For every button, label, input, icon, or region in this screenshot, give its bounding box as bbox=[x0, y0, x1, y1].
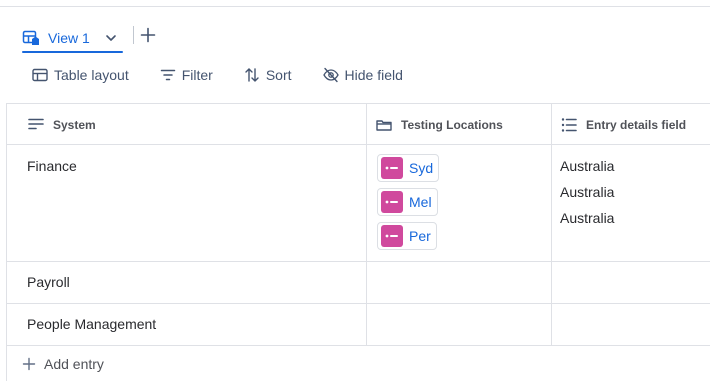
table-left-border bbox=[6, 346, 7, 381]
location-chip-label: Mel bbox=[409, 194, 432, 210]
filter-label: Filter bbox=[181, 67, 213, 83]
column-header-testing-locations[interactable]: Testing Locations bbox=[367, 104, 552, 145]
entry-details-cell[interactable] bbox=[552, 304, 710, 345]
testing-locations-cell[interactable] bbox=[367, 262, 552, 303]
table-view-icon bbox=[22, 30, 39, 45]
system-cell[interactable]: Finance bbox=[6, 145, 367, 261]
list-icon bbox=[561, 117, 577, 132]
add-view-button[interactable] bbox=[138, 25, 158, 45]
location-item-icon bbox=[381, 157, 403, 179]
active-tab-indicator bbox=[22, 51, 123, 53]
view-toolbar: Table layout Filter Sort Hide field bbox=[32, 63, 434, 87]
table-icon bbox=[32, 68, 48, 82]
entries-table: System Testing Locations Entry details f… bbox=[6, 103, 710, 346]
entry-detail-value: Australia bbox=[560, 184, 615, 200]
filter-icon bbox=[160, 69, 175, 81]
plus-icon bbox=[140, 27, 156, 43]
entry-details-cell[interactable]: Australia Australia Australia bbox=[552, 145, 710, 261]
entry-detail-value: Australia bbox=[560, 210, 615, 226]
table-header-row: System Testing Locations Entry details f… bbox=[6, 103, 710, 145]
system-value: People Management bbox=[27, 316, 157, 332]
tab-divider bbox=[133, 26, 134, 44]
add-entry-button[interactable]: Add entry bbox=[22, 356, 104, 372]
location-chip-label: Per bbox=[409, 228, 431, 244]
chevron-down-icon[interactable] bbox=[104, 31, 118, 45]
table-row[interactable]: Payroll bbox=[6, 262, 710, 304]
tab-label: View 1 bbox=[48, 30, 90, 46]
add-entry-label: Add entry bbox=[44, 356, 104, 372]
location-item-icon bbox=[381, 225, 403, 247]
column-header-label: Testing Locations bbox=[401, 117, 503, 132]
hide-field-label: Hide field bbox=[344, 67, 403, 83]
entry-detail-value: Australia bbox=[560, 158, 615, 174]
table-row[interactable]: People Management bbox=[6, 304, 710, 346]
top-divider bbox=[0, 6, 710, 7]
system-value: Payroll bbox=[27, 274, 70, 290]
column-header-system[interactable]: System bbox=[6, 104, 367, 145]
hide-field-button[interactable]: Hide field bbox=[322, 67, 403, 83]
sort-label: Sort bbox=[265, 67, 292, 83]
system-value: Finance bbox=[27, 158, 77, 174]
testing-locations-cell[interactable] bbox=[367, 304, 552, 345]
plus-icon bbox=[22, 357, 36, 371]
table-row[interactable]: Finance Syd Mel Per Australia Australia … bbox=[6, 145, 710, 262]
system-cell[interactable]: People Management bbox=[6, 304, 367, 345]
column-header-label: System bbox=[53, 117, 96, 132]
location-chip[interactable]: Per bbox=[377, 222, 437, 250]
sort-icon bbox=[245, 68, 259, 82]
entry-details-cell[interactable] bbox=[552, 262, 710, 303]
text-lines-icon bbox=[28, 118, 44, 129]
table-layout-label: Table layout bbox=[54, 67, 129, 83]
sort-button[interactable]: Sort bbox=[244, 67, 292, 83]
location-chip-label: Syd bbox=[409, 160, 434, 176]
location-item-icon bbox=[381, 191, 403, 213]
tab-view-1[interactable]: View 1 bbox=[22, 22, 118, 54]
location-chip[interactable]: Syd bbox=[377, 154, 440, 182]
container-icon bbox=[376, 119, 392, 131]
eye-hidden-icon bbox=[322, 67, 339, 83]
testing-locations-cell[interactable]: Syd Mel Per bbox=[367, 145, 552, 261]
location-chip[interactable]: Mel bbox=[377, 188, 438, 216]
column-header-entry-details[interactable]: Entry details field bbox=[552, 104, 710, 145]
column-header-label: Entry details field bbox=[586, 117, 687, 132]
system-cell[interactable]: Payroll bbox=[6, 262, 367, 303]
filter-button[interactable]: Filter bbox=[160, 67, 213, 83]
table-layout-button[interactable]: Table layout bbox=[32, 67, 129, 83]
